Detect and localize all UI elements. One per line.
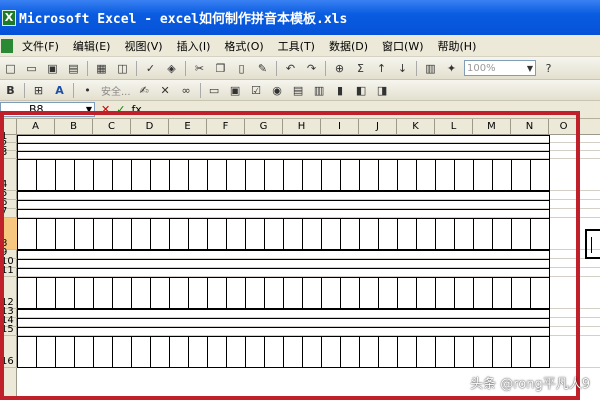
permission-icon[interactable]: ▤: [64, 60, 83, 77]
new-document-icon[interactable]: □: [1, 60, 20, 77]
text-caret: [591, 237, 592, 253]
window-title: Microsoft Excel - excel如何制作拼音本模板.xls: [19, 12, 348, 27]
font-color-icon[interactable]: A: [50, 82, 69, 99]
menu-tools[interactable]: 工具(T): [272, 38, 323, 54]
security-label[interactable]: 安全...: [101, 83, 131, 98]
help-icon[interactable]: ?: [539, 60, 558, 77]
title-bar: X Microsoft Excel - excel如何制作拼音本模板.xls: [0, 0, 600, 35]
form-properties-icon[interactable]: ◨: [373, 82, 392, 99]
link-icon[interactable]: ∞: [177, 82, 196, 99]
menu-edit[interactable]: 编辑(E): [67, 38, 119, 54]
format-painter-icon[interactable]: ✎: [253, 60, 272, 77]
toolbar-separator: [325, 60, 326, 76]
cut-icon[interactable]: ✂: [190, 60, 209, 77]
print-icon[interactable]: ▦: [92, 60, 111, 77]
form-label-icon[interactable]: ▭: [205, 82, 224, 99]
form-spinner-icon[interactable]: ◧: [352, 82, 371, 99]
zoom-select[interactable]: 100% ▼: [464, 60, 536, 76]
menu-data[interactable]: 数据(D): [323, 38, 376, 54]
design-mode-icon[interactable]: ✕: [156, 82, 175, 99]
sort-descending-icon[interactable]: ↓: [393, 60, 412, 77]
hyperlink-icon[interactable]: ⊕: [330, 60, 349, 77]
menu-format[interactable]: 格式(O): [218, 38, 271, 54]
open-folder-icon[interactable]: ▭: [22, 60, 41, 77]
control-toolbox-icon[interactable]: ✍: [135, 82, 154, 99]
form-checkbox-icon[interactable]: ☑: [247, 82, 266, 99]
form-scrollbar-icon[interactable]: ▮: [331, 82, 350, 99]
form-listbox-icon[interactable]: ▤: [289, 82, 308, 99]
active-cell[interactable]: [585, 229, 600, 259]
zoom-value: 100%: [467, 62, 496, 74]
menu-view[interactable]: 视图(V): [118, 38, 170, 54]
toolbar-separator: [73, 82, 74, 98]
excel-app-icon[interactable]: X: [2, 9, 16, 26]
menu-bar: 文件(F) 编辑(E) 视图(V) 插入(I) 格式(O) 工具(T) 数据(D…: [0, 35, 600, 57]
menu-file[interactable]: 文件(F): [16, 38, 67, 54]
template-highlight-frame: [0, 111, 580, 400]
watermark: 头条 @rong平凡人9: [470, 377, 590, 392]
sort-ascending-icon[interactable]: ↑: [372, 60, 391, 77]
print-preview-icon[interactable]: ◫: [113, 60, 132, 77]
redo-icon[interactable]: ↷: [302, 60, 321, 77]
toolbar-separator: [199, 82, 201, 98]
security-bullet-icon: •: [84, 83, 91, 97]
menu-insert[interactable]: 插入(I): [171, 38, 219, 54]
standard-toolbar: □ ▭ ▣ ▤ ▦ ◫ ✓ ◈ ✂ ❐ ▯ ✎ ↶ ↷ ⊕ Σ ↑ ↓ ▥ ✦ …: [0, 57, 600, 80]
toolbar-separator: [24, 82, 25, 98]
copy-icon[interactable]: ❐: [211, 60, 230, 77]
chevron-down-icon[interactable]: ▼: [527, 64, 533, 73]
workbook-icon[interactable]: [1, 38, 13, 53]
spelling-icon[interactable]: ✓: [141, 60, 160, 77]
paste-icon[interactable]: ▯: [232, 60, 251, 77]
toolbar-separator: [185, 60, 186, 76]
borders-icon[interactable]: ⊞: [29, 82, 48, 99]
autosum-icon[interactable]: Σ: [351, 60, 370, 77]
toolbar-separator: [276, 60, 277, 76]
menu-help[interactable]: 帮助(H): [432, 38, 485, 54]
form-combobox-icon[interactable]: ▥: [310, 82, 329, 99]
menu-window[interactable]: 窗口(W): [376, 38, 431, 54]
toolbar-separator: [416, 60, 417, 76]
drawing-icon[interactable]: ✦: [442, 60, 461, 77]
chart-wizard-icon[interactable]: ▥: [421, 60, 440, 77]
formatting-toolbar: B ⊞ A • 安全... ✍ ✕ ∞ ▭ ▣ ☑ ◉ ▤ ▥ ▮ ◧ ◨: [0, 80, 600, 101]
form-option-icon[interactable]: ◉: [268, 82, 287, 99]
toolbar-separator: [136, 60, 137, 76]
research-icon[interactable]: ◈: [162, 60, 181, 77]
toolbar-separator: [87, 60, 88, 76]
save-icon[interactable]: ▣: [43, 60, 62, 77]
undo-icon[interactable]: ↶: [281, 60, 300, 77]
form-groupbox-icon[interactable]: ▣: [226, 82, 245, 99]
bold-icon[interactable]: B: [1, 82, 20, 99]
